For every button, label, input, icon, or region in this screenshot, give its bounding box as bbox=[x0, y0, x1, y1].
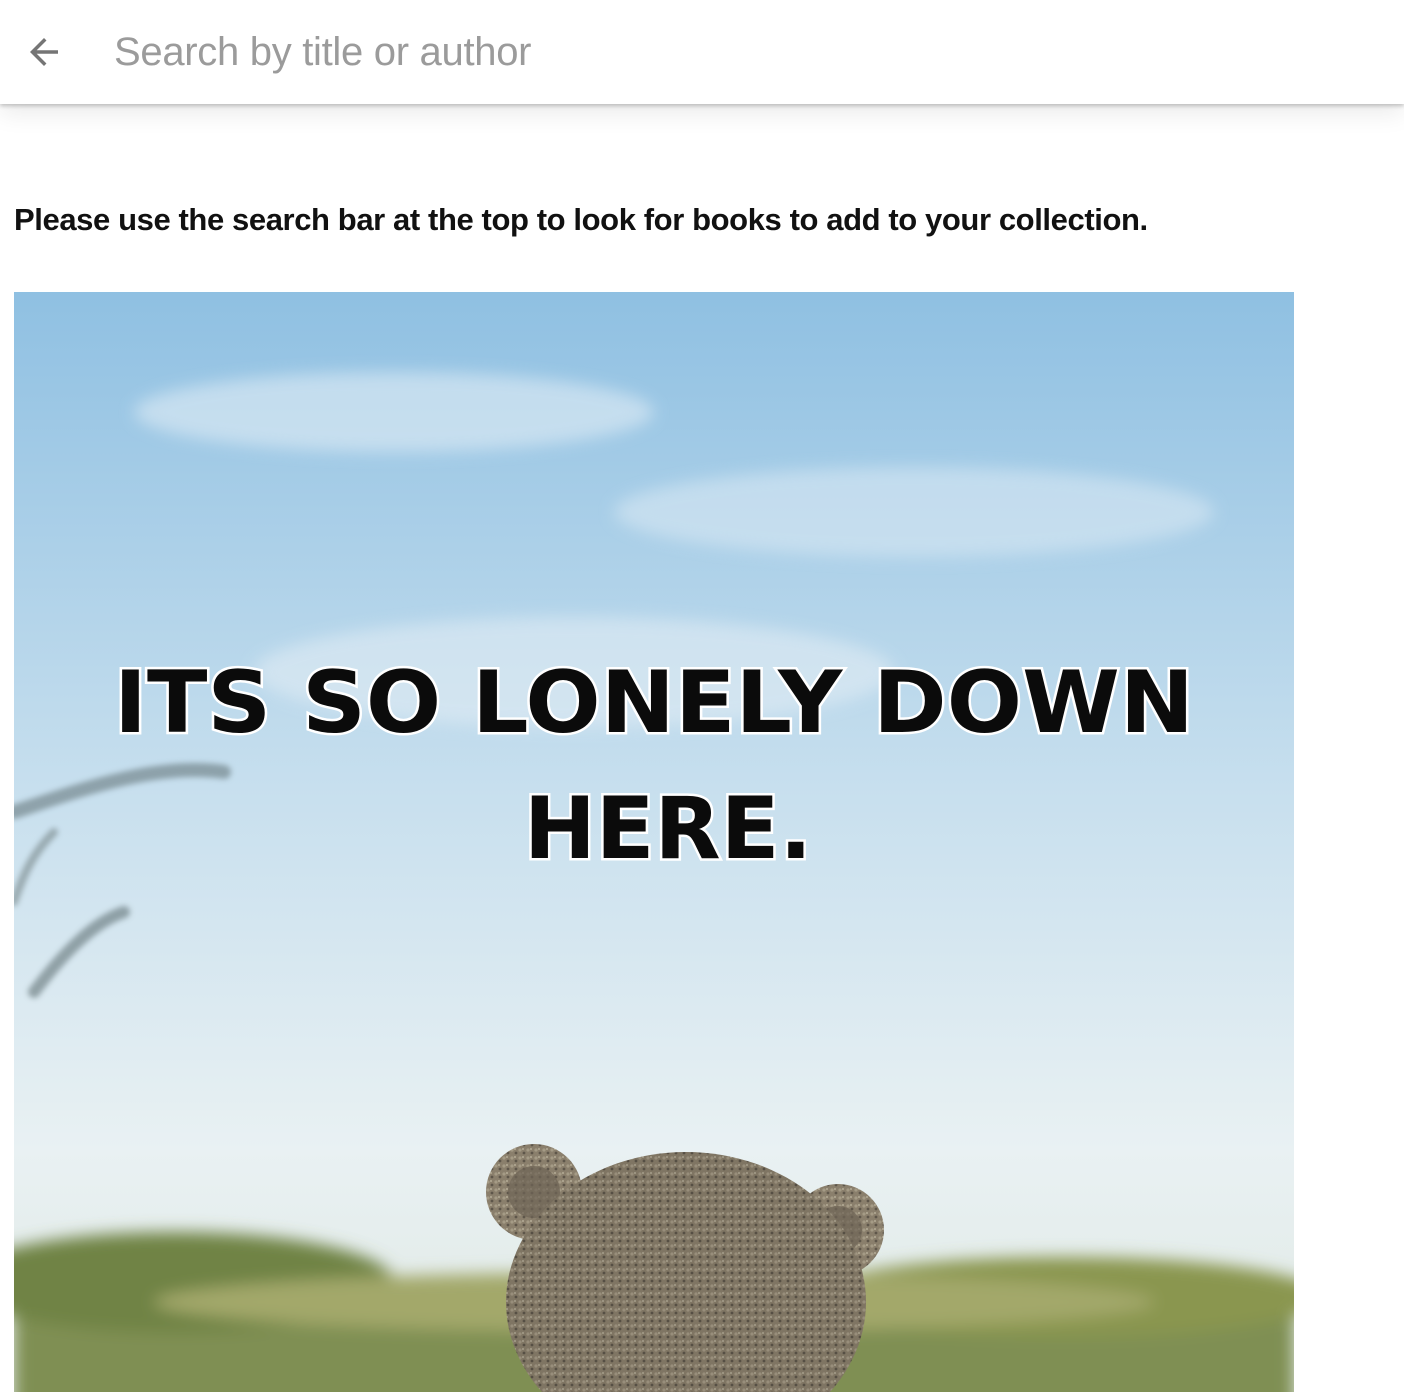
search-input[interactable] bbox=[114, 22, 1314, 82]
main-content: Please use the search bar at the top to … bbox=[0, 104, 1404, 1392]
image-caption-line-2: HERE. bbox=[524, 779, 812, 879]
search-header bbox=[0, 0, 1404, 104]
image-caption-line-1: ITS SO LONELY DOWN bbox=[114, 653, 1194, 753]
back-button[interactable] bbox=[14, 24, 74, 80]
instructions-text: Please use the search bar at the top to … bbox=[14, 202, 1148, 237]
arrow-left-icon bbox=[30, 38, 58, 66]
empty-state-image: ITS SO LONELY DOWN HERE. bbox=[14, 292, 1294, 1392]
